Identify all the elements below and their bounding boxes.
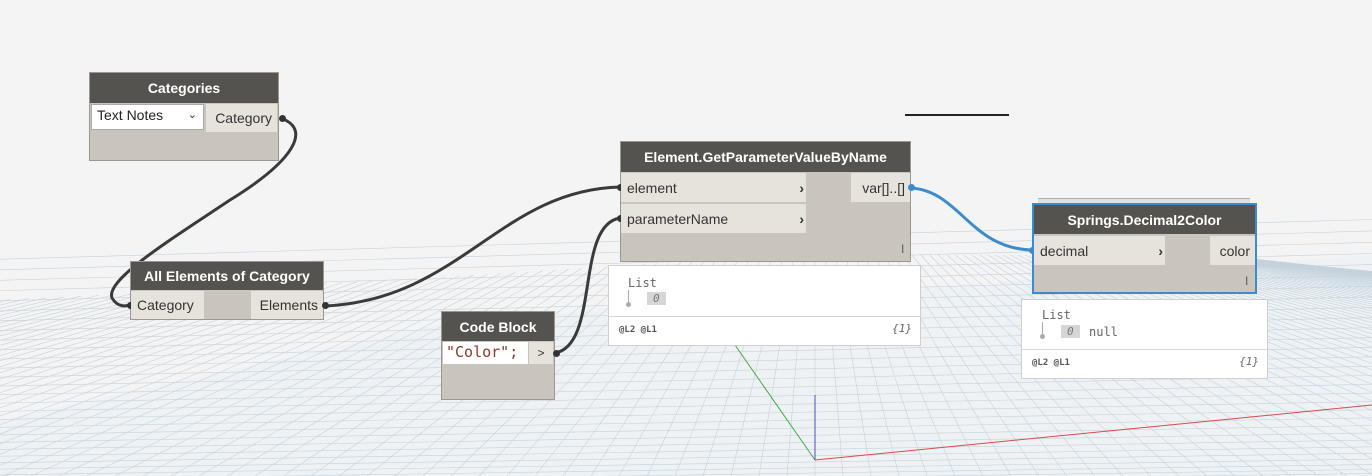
node-title[interactable]: Element.GetParameterValueByName bbox=[621, 142, 910, 172]
preview-branch-dot bbox=[626, 302, 631, 307]
decimal2color-preview[interactable]: List 0 null @L2 @L1 {1} bbox=[1021, 299, 1268, 379]
output-port-dot[interactable] bbox=[322, 302, 329, 309]
output-port-var[interactable]: var[]..[] bbox=[851, 173, 910, 202]
canvas-line bbox=[905, 114, 1009, 116]
get-parameter-node[interactable]: Element.GetParameterValueByName element … bbox=[617, 141, 915, 262]
chevron-down-icon: ⌄ bbox=[187, 109, 197, 121]
node-title[interactable]: Code Block bbox=[442, 312, 554, 341]
preview-index: 0 bbox=[1061, 325, 1080, 338]
input-port-category[interactable]: Category bbox=[131, 291, 204, 319]
get-parameter-preview[interactable]: List 0 @L2 @L1 {1} bbox=[608, 265, 921, 346]
output-port-dot[interactable] bbox=[279, 115, 286, 122]
chevron-right-icon: › bbox=[799, 179, 804, 196]
categories-node[interactable]: Categories Text Notes ⌄ Category bbox=[89, 72, 286, 161]
all-elements-node[interactable]: All Elements of Category Category Elemen… bbox=[127, 261, 329, 320]
decimal2color-node[interactable]: Springs.Decimal2Color decimal › color l bbox=[1029, 203, 1257, 294]
output-port-dot[interactable] bbox=[908, 184, 915, 191]
node-title[interactable]: All Elements of Category bbox=[131, 262, 323, 290]
input-port-parametername[interactable]: parameterName › bbox=[621, 204, 806, 233]
output-port-dot[interactable] bbox=[553, 350, 560, 357]
output-port-color[interactable]: color bbox=[1210, 236, 1255, 265]
preview-list-title: List bbox=[1042, 308, 1071, 322]
input-port-decimal[interactable]: decimal › bbox=[1034, 236, 1165, 265]
preview-footer: @L2 @L1 {1} bbox=[1022, 349, 1267, 378]
preview-index: 0 bbox=[647, 292, 666, 305]
chevron-right-icon: › bbox=[799, 210, 804, 227]
chevron-right-icon: › bbox=[1158, 242, 1163, 259]
preview-levels[interactable]: @L2 @L1 bbox=[619, 325, 657, 335]
lacing-indicator[interactable]: l bbox=[1245, 274, 1248, 288]
code-block-node[interactable]: Code Block "Color"; > bbox=[441, 311, 560, 400]
dropdown-value: Text Notes bbox=[97, 107, 164, 123]
preview-levels[interactable]: @L2 @L1 bbox=[1032, 358, 1070, 368]
input-port-element[interactable]: element › bbox=[621, 173, 806, 202]
node-title[interactable]: Categories bbox=[90, 73, 278, 103]
output-port-code[interactable]: > bbox=[529, 342, 553, 364]
category-dropdown[interactable]: Text Notes ⌄ bbox=[91, 104, 204, 130]
code-editor[interactable]: "Color"; bbox=[443, 342, 528, 364]
preview-footer: @L2 @L1 {1} bbox=[609, 316, 920, 345]
output-port-category[interactable]: Category bbox=[206, 104, 277, 132]
preview-count: {1} bbox=[1239, 355, 1259, 368]
output-port-elements[interactable]: Elements bbox=[251, 291, 323, 319]
preview-list-title: List bbox=[628, 276, 657, 290]
preview-value: null bbox=[1089, 325, 1118, 339]
preview-count: {1} bbox=[892, 322, 912, 335]
node-title[interactable]: Springs.Decimal2Color bbox=[1034, 205, 1255, 234]
preview-branch-dot bbox=[1040, 334, 1045, 339]
lacing-indicator[interactable]: l bbox=[901, 242, 904, 256]
